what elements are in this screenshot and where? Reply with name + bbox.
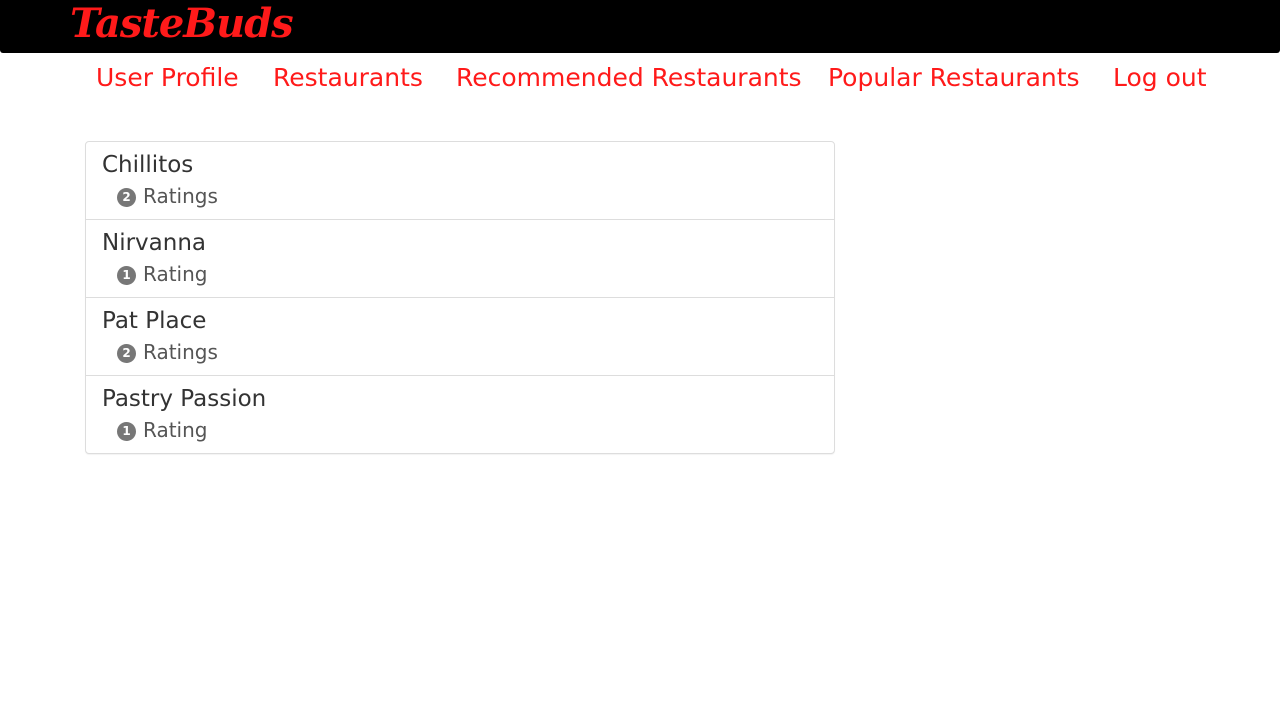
rating-summary: 2 Ratings bbox=[117, 338, 218, 366]
brand-logo[interactable]: TasteBuds bbox=[70, 0, 294, 49]
restaurant-list-item[interactable]: Nirvanna 1 Rating bbox=[86, 219, 834, 297]
restaurant-list-item[interactable]: Pastry Passion 1 Rating bbox=[86, 375, 834, 453]
restaurant-list-item[interactable]: Pat Place 2 Ratings bbox=[86, 297, 834, 375]
restaurant-name: Nirvanna bbox=[102, 230, 207, 256]
top-navbar: TasteBuds bbox=[0, 0, 1280, 53]
restaurant-name: Pastry Passion bbox=[102, 386, 267, 412]
restaurant-name: Chillitos bbox=[102, 152, 194, 178]
rating-summary: 1 Rating bbox=[117, 260, 207, 288]
rating-count-badge: 1 bbox=[117, 266, 136, 285]
nav-restaurants-link[interactable]: Restaurants bbox=[273, 60, 423, 96]
rating-label: Rating bbox=[143, 418, 208, 442]
rating-label: Ratings bbox=[143, 184, 218, 208]
restaurant-list-item[interactable]: Chillitos 2 Ratings bbox=[86, 142, 834, 219]
rating-summary: 1 Rating bbox=[117, 416, 207, 444]
nav-popular-restaurants-link[interactable]: Popular Restaurants bbox=[828, 60, 1080, 96]
nav-log-out-link[interactable]: Log out bbox=[1113, 60, 1207, 96]
restaurant-name: Pat Place bbox=[102, 308, 207, 334]
rating-count-badge: 2 bbox=[117, 188, 136, 207]
main-nav: User Profile Restaurants Recommended Res… bbox=[0, 60, 1280, 96]
restaurant-list: Chillitos 2 Ratings Nirvanna 1 Rating Pa… bbox=[85, 141, 835, 454]
rating-count-badge: 1 bbox=[117, 422, 136, 441]
nav-user-profile-link[interactable]: User Profile bbox=[96, 60, 239, 96]
nav-recommended-restaurants-link[interactable]: Recommended Restaurants bbox=[456, 60, 802, 96]
rating-label: Rating bbox=[143, 262, 208, 286]
rating-label: Ratings bbox=[143, 340, 218, 364]
rating-summary: 2 Ratings bbox=[117, 182, 218, 210]
rating-count-badge: 2 bbox=[117, 344, 136, 363]
